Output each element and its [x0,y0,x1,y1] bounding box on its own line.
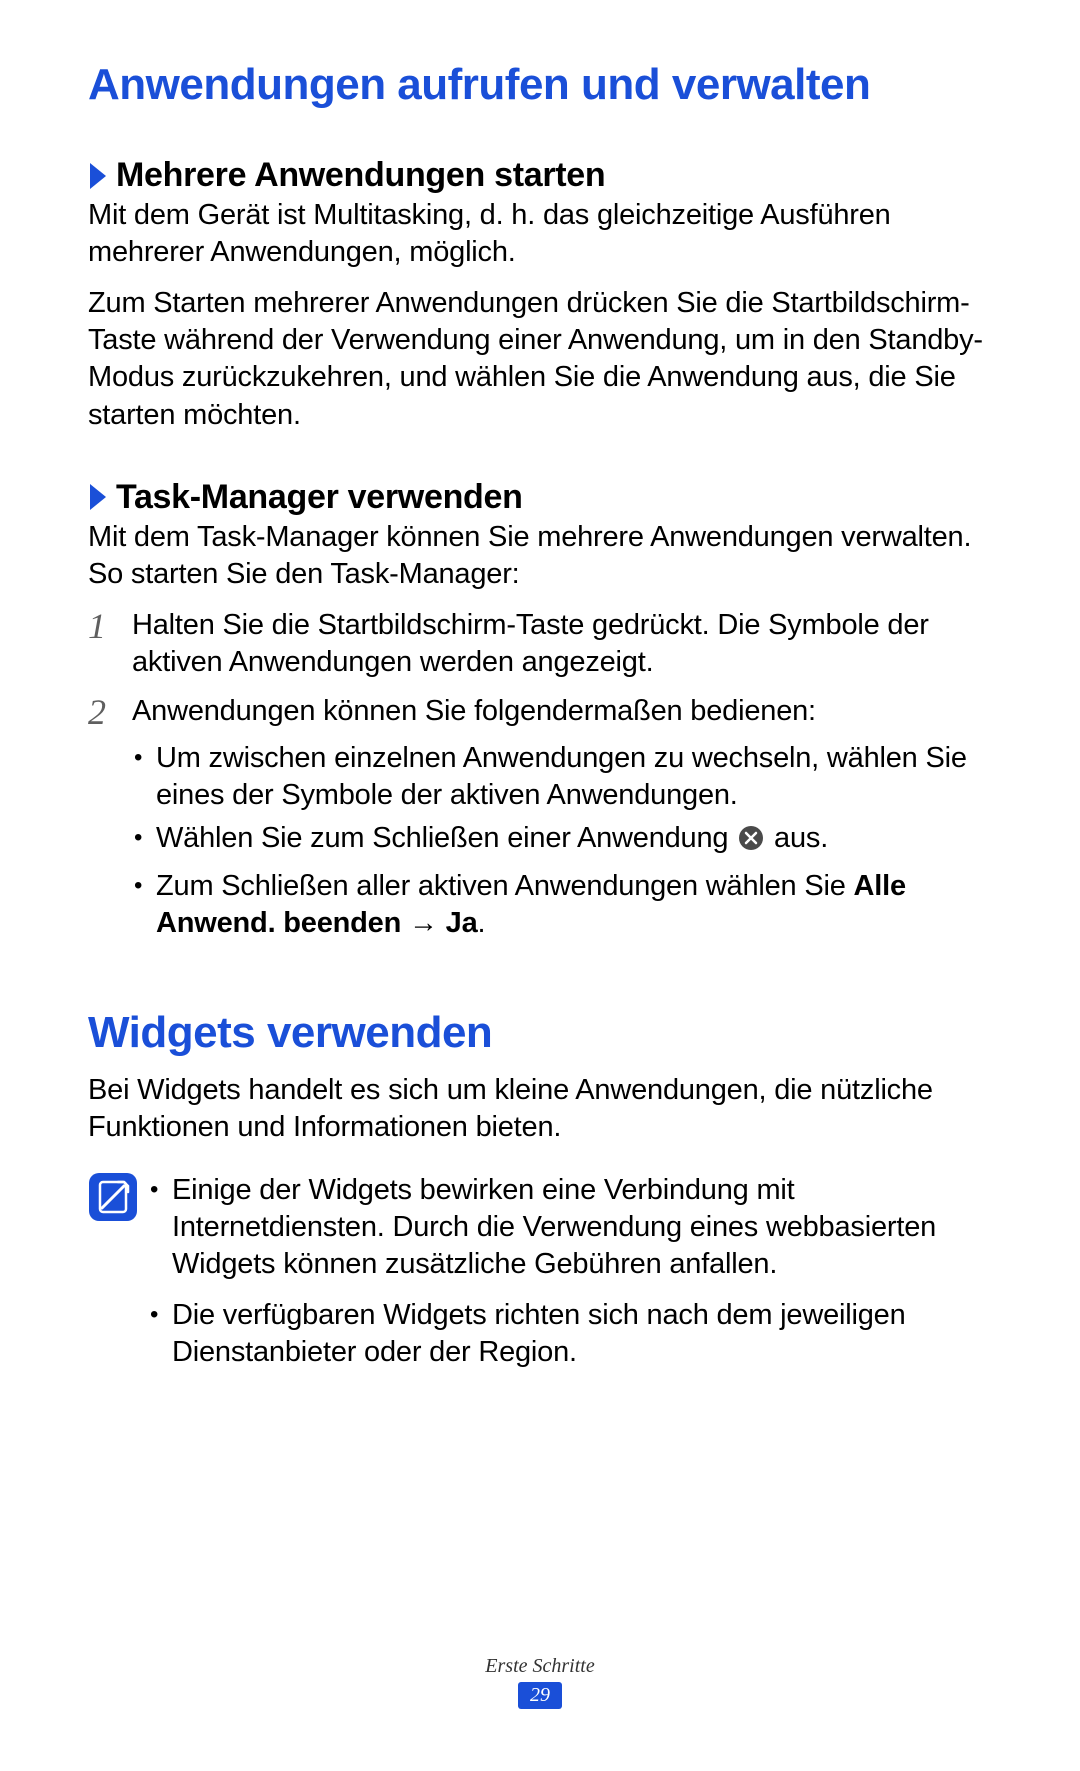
close-circle-icon [738,824,764,861]
subheading-task-manager: Task-Manager verwenden [88,478,992,517]
step-number: 2 [88,693,132,948]
note-bullet-internet-text: Einige der Widgets bewirken eine Verbind… [172,1172,992,1283]
page-content: Anwendungen aufrufen und verwalten Mehre… [0,0,1080,1378]
note-bullet-availability: • Die verfügbaren Widgets richten sich n… [148,1297,992,1371]
chevron-right-icon [88,482,110,512]
step-1-text: Halten Sie die Startbildschirm-Taste ged… [132,607,992,681]
page-footer: Erste Schritte 29 [0,1655,1080,1709]
step-2-body: Anwendungen können Sie folgendermaßen be… [132,693,992,948]
bullet-dot-icon: • [148,1297,172,1371]
bullet-close-all-text-b: . [478,907,486,939]
subheading-multiple-apps: Mehrere Anwendungen starten [88,156,992,195]
bullet-dot-icon: • [132,820,156,861]
para-multitasking-intro: Mit dem Gerät ist Multitasking, d. h. da… [88,197,992,271]
steps-list: 1 Halten Sie die Startbildschirm-Taste g… [88,607,992,948]
note-bullet-internet: • Einige der Widgets bewirken eine Verbi… [148,1172,992,1283]
bullet-close-app-text-a: Wählen Sie zum Schließen einer Anwendung [156,822,736,854]
note-bullet-availability-text: Die verfügbaren Widgets richten sich nac… [172,1297,992,1371]
para-task-manager-intro: Mit dem Task-Manager können Sie mehrere … [88,519,992,593]
subheading-multiple-apps-text: Mehrere Anwendungen starten [116,156,605,195]
step-2: 2 Anwendungen können Sie folgendermaßen … [88,693,992,948]
bullet-dot-icon: • [132,868,156,942]
footer-section-label: Erste Schritte [0,1655,1080,1678]
bullet-dot-icon: • [148,1172,172,1283]
bullet-close-all-text: Zum Schließen aller aktiven Anwendungen … [156,868,992,942]
step-1: 1 Halten Sie die Startbildschirm-Taste g… [88,607,992,681]
para-multitasking-howto: Zum Starten mehrerer Anwendungen drücken… [88,285,992,433]
bullet-switch-apps-text: Um zwischen einzelnen Anwendungen zu wec… [156,740,992,814]
note-body: • Einige der Widgets bewirken eine Verbi… [148,1172,992,1378]
bullet-close-app: • Wählen Sie zum Schließen einer Anwendu… [132,820,992,861]
note-icon [88,1172,148,1378]
step-2-bullets: • Um zwischen einzelnen Anwendungen zu w… [132,740,992,942]
bullet-close-app-text-b: aus. [766,822,828,854]
bullet-switch-apps: • Um zwischen einzelnen Anwendungen zu w… [132,740,992,814]
chevron-right-icon [88,161,110,191]
note-block: • Einige der Widgets bewirken eine Verbi… [88,1172,992,1378]
bullet-close-all: • Zum Schließen aller aktiven Anwendunge… [132,868,992,942]
bullet-close-app-text: Wählen Sie zum Schließen einer Anwendung… [156,820,992,861]
subheading-task-manager-text: Task-Manager verwenden [116,478,523,517]
bullet-close-all-text-a: Zum Schließen aller aktiven Anwendungen … [156,870,854,902]
bullet-dot-icon: • [132,740,156,814]
step-2-intro: Anwendungen können Sie folgendermaßen be… [132,695,816,727]
heading-widgets: Widgets verwenden [88,1008,992,1058]
page-number: 29 [518,1682,562,1709]
heading-apps: Anwendungen aufrufen und verwalten [88,60,992,110]
step-number: 1 [88,607,132,681]
para-widgets-intro: Bei Widgets handelt es sich um kleine An… [88,1072,992,1146]
